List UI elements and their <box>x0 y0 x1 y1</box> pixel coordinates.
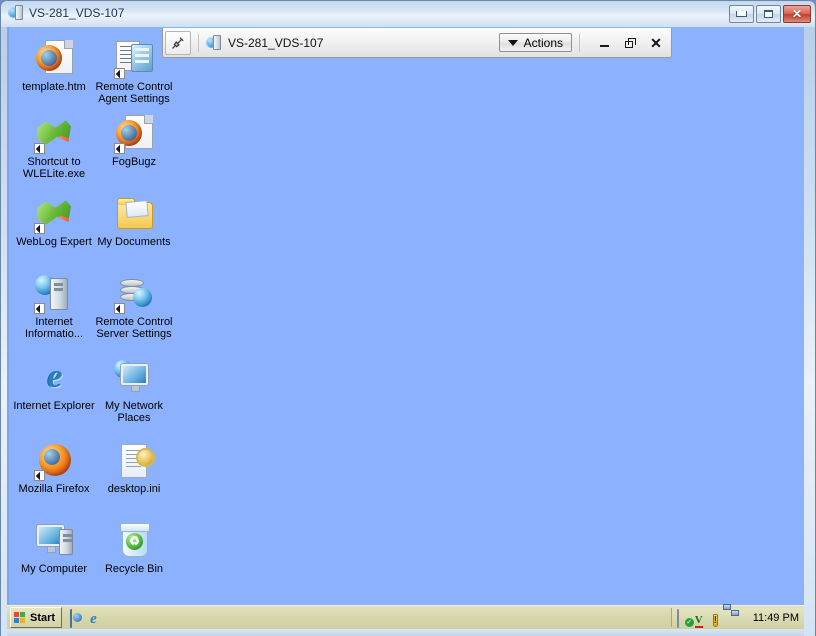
session-title-group: VS-281_VDS-107 <box>206 35 323 50</box>
firefox-icon <box>13 437 95 481</box>
desktop-icon-fogbugz[interactable]: FogBugz <box>93 110 175 168</box>
desktop-icon-shortcut-to-wlelite-exe[interactable]: Shortcut to WLELite.exe <box>13 110 95 180</box>
actions-button-label: Actions <box>523 35 563 50</box>
desktop-icon-label: FogBugz <box>111 156 157 168</box>
close-icon: ✕ <box>650 34 662 51</box>
session-close-button[interactable]: ✕ <box>643 31 669 55</box>
windows-flag-icon <box>14 611 27 624</box>
desktop-icon-internet-explorer[interactable]: e Internet Explorer <box>13 354 95 413</box>
remote-control-toolbar: VS-281_VDS-107 Actions ✕ <box>162 28 672 58</box>
firefox-document-icon <box>13 35 95 79</box>
pin-icon[interactable] <box>165 30 191 55</box>
remote-desktop-surface[interactable]: template.htm Remote Control Agent Settin… <box>7 27 804 636</box>
actions-button[interactable]: Actions <box>498 33 572 52</box>
session-window-buttons: ✕ <box>591 31 669 55</box>
window-bottom-strip <box>7 629 804 636</box>
desktop-icon-label: My Documents <box>97 236 171 248</box>
window-minimize-button[interactable] <box>729 5 754 23</box>
desktop-icon-weblog-expert[interactable]: WebLog Expert <box>13 190 95 248</box>
desktop-icon-internet-information-services[interactable]: Internet Informatio... <box>13 270 95 340</box>
window-close-button[interactable]: ✕ <box>783 5 811 23</box>
computer-icon <box>8 5 24 20</box>
close-icon: ✕ <box>791 7 803 21</box>
desktop-icon-label: Remote Control Agent Settings <box>95 81 173 105</box>
recycle-bin-icon: ♻ <box>93 517 175 561</box>
desktop-icon-my-computer[interactable]: My Computer <box>13 517 95 575</box>
outlook-icon[interactable] <box>70 608 86 628</box>
desktop-icon-label: My Computer <box>20 563 88 575</box>
desktop-icon-label: Internet Informatio... <box>24 316 84 340</box>
my-computer-icon <box>13 517 95 561</box>
my-network-places-icon <box>93 354 175 398</box>
restore-icon <box>624 37 636 48</box>
taskbar: Start e V ! 11:49 PM <box>7 604 804 629</box>
chevron-down-icon <box>507 39 518 46</box>
remote-control-window: VS-281_VDS-107 ✕ template.htm Remote Con… <box>0 0 816 636</box>
desktop-icon-label: Shortcut to WLELite.exe <box>22 156 86 180</box>
session-restore-button[interactable] <box>617 31 643 55</box>
window-caption-buttons: ✕ <box>729 5 811 23</box>
session-minimize-button[interactable] <box>591 31 617 55</box>
window-maximize-button[interactable] <box>756 5 781 23</box>
minimize-icon <box>599 45 609 47</box>
system-tray: V ! 11:49 PM <box>670 604 804 628</box>
desktop-icon-remote-control-server-settings[interactable]: Remote Control Server Settings <box>93 270 175 340</box>
desktop-left-edge <box>7 27 9 636</box>
desktop-icon-label: template.htm <box>22 81 86 93</box>
desktop-icon-mozilla-firefox[interactable]: Mozilla Firefox <box>13 437 95 495</box>
antivirus-v-icon[interactable]: V <box>694 610 710 628</box>
desktop-icon-label: WebLog Expert <box>16 236 92 248</box>
internet-explorer-icon: e <box>47 358 63 395</box>
maximize-icon <box>764 10 773 18</box>
firefox-document-icon <box>93 110 175 154</box>
toolbar-separator <box>579 33 580 52</box>
window-title: VS-281_VDS-107 <box>29 5 125 20</box>
session-title: VS-281_VDS-107 <box>228 35 324 50</box>
firefox-icon[interactable] <box>110 610 126 626</box>
my-documents-folder-icon <box>93 190 175 234</box>
internet-explorer-icon[interactable]: e <box>90 610 106 627</box>
desktop-icon-label: Remote Control Server Settings <box>95 316 173 340</box>
window-title-group: VS-281_VDS-107 <box>8 5 124 20</box>
quick-launch-bar: e <box>70 608 126 628</box>
security-shield-ok-icon[interactable] <box>676 609 692 628</box>
desktop-icon-desktop-ini[interactable]: desktop.ini <box>93 437 175 495</box>
network-connection-icon[interactable] <box>722 604 746 625</box>
desktop-icon-template-htm[interactable]: template.htm <box>13 35 95 93</box>
iis-manager-icon <box>13 270 95 314</box>
desktop-icon-recycle-bin[interactable]: ♻ Recycle Bin <box>93 517 175 575</box>
taskbar-clock[interactable]: 11:49 PM <box>753 612 799 624</box>
desktop-icon-label: desktop.ini <box>107 483 161 495</box>
start-button[interactable]: Start <box>10 607 63 628</box>
weblog-map-icon <box>13 190 95 234</box>
desktop-icon-label: Mozilla Firefox <box>18 483 90 495</box>
computer-icon <box>206 35 222 50</box>
window-titlebar: VS-281_VDS-107 ✕ <box>1 1 815 27</box>
weblog-map-icon <box>13 110 95 154</box>
remote-control-server-icon <box>93 270 175 314</box>
toolbar-separator <box>198 33 199 52</box>
warning-shield-icon[interactable]: ! <box>712 610 728 627</box>
desktop-icon-label: My Network Places <box>104 400 164 424</box>
desktop-icon-label: Internet Explorer <box>13 400 95 412</box>
desktop-icon-label: Recycle Bin <box>104 563 164 575</box>
minimize-icon <box>736 11 747 17</box>
start-button-label: Start <box>30 611 56 624</box>
desktop-icon-my-network-places[interactable]: My Network Places <box>93 354 175 424</box>
desktop-icon-my-documents[interactable]: My Documents <box>93 190 175 248</box>
ini-file-icon <box>93 437 175 481</box>
